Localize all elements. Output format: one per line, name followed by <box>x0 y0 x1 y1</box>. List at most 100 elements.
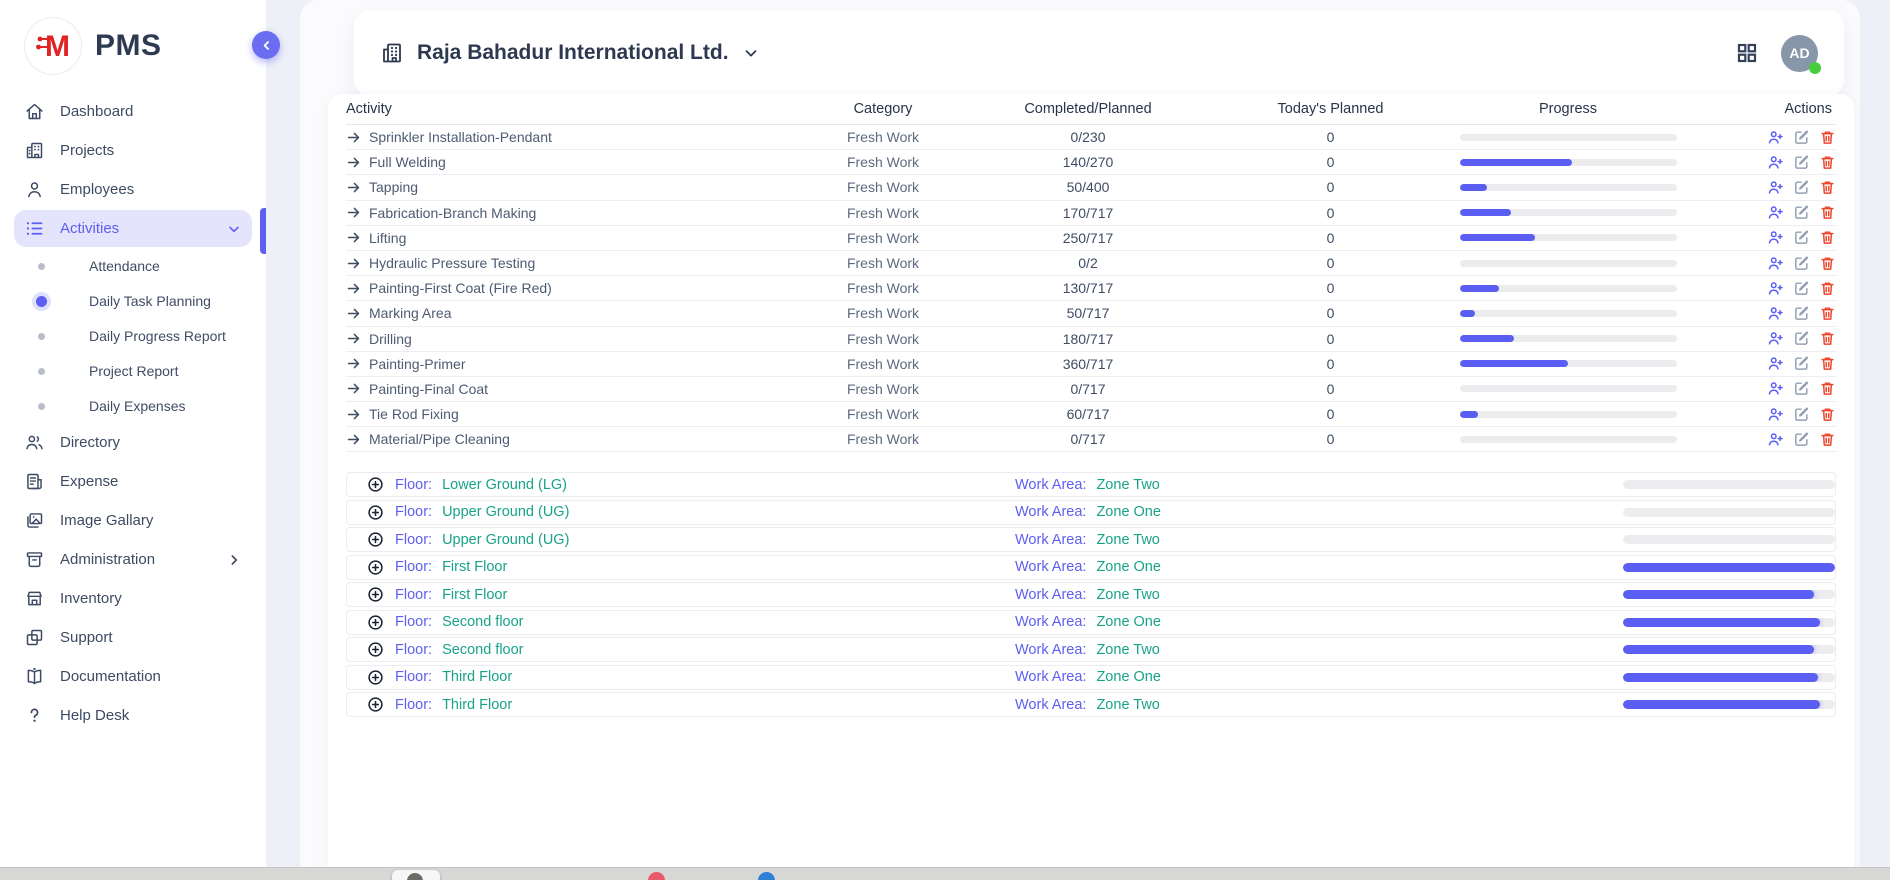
activity-category: Fresh Work <box>798 431 968 447</box>
sidebar-subitem-daily-expenses[interactable]: Daily Expenses <box>14 389 252 423</box>
floor-label: Floor: <box>395 614 432 630</box>
assign-user-icon[interactable] <box>1767 280 1784 297</box>
user-avatar[interactable]: AD <box>1781 35 1818 72</box>
logo-letter: M <box>45 30 70 63</box>
delete-icon[interactable] <box>1819 129 1836 146</box>
taskbar-blue-icon[interactable] <box>758 872 775 880</box>
work-area-value: Zone One <box>1096 559 1161 575</box>
apps-grid-icon[interactable] <box>1735 41 1759 65</box>
sidebar-subitem-attendance[interactable]: Attendance <box>14 249 252 283</box>
delete-icon[interactable] <box>1819 355 1836 372</box>
delete-icon[interactable] <box>1819 330 1836 347</box>
sidebar-item-projects[interactable]: Projects <box>14 132 252 169</box>
floor-row: Floor: Third Floor Work Area: Zone One <box>346 665 1836 690</box>
delete-icon[interactable] <box>1819 431 1836 448</box>
edit-icon[interactable] <box>1793 406 1810 423</box>
plus-circle-icon[interactable] <box>367 559 384 576</box>
assign-user-icon[interactable] <box>1767 431 1784 448</box>
sidebar-subitem-daily-progress-report[interactable]: Daily Progress Report <box>14 319 252 353</box>
progress-bar <box>1460 234 1677 241</box>
edit-icon[interactable] <box>1793 179 1810 196</box>
table-row: Fabrication-Branch Making Fresh Work 170… <box>346 201 1836 226</box>
plus-circle-icon[interactable] <box>367 476 384 493</box>
edit-icon[interactable] <box>1793 154 1810 171</box>
plus-circle-icon[interactable] <box>367 614 384 631</box>
sidebar-item-label: Documentation <box>60 668 161 685</box>
assign-user-icon[interactable] <box>1767 179 1784 196</box>
edit-icon[interactable] <box>1793 380 1810 397</box>
arrow-right-icon <box>346 331 361 346</box>
sidebar-item-expense[interactable]: Expense <box>14 463 252 500</box>
sidebar-subitem-project-report[interactable]: Project Report <box>14 354 252 388</box>
assign-user-icon[interactable] <box>1767 129 1784 146</box>
plus-circle-icon[interactable] <box>367 641 384 658</box>
edit-icon[interactable] <box>1793 431 1810 448</box>
edit-icon[interactable] <box>1793 255 1810 272</box>
sidebar-collapse-button[interactable] <box>252 31 280 59</box>
arrow-right-icon <box>346 230 361 245</box>
delete-icon[interactable] <box>1819 305 1836 322</box>
edit-icon[interactable] <box>1793 280 1810 297</box>
edit-icon[interactable] <box>1793 129 1810 146</box>
edit-icon[interactable] <box>1793 330 1810 347</box>
delete-icon[interactable] <box>1819 204 1836 221</box>
sidebar-item-label: Projects <box>60 142 114 159</box>
edit-icon[interactable] <box>1793 355 1810 372</box>
work-area-label: Work Area: <box>1015 559 1086 575</box>
plus-circle-icon[interactable] <box>367 696 384 713</box>
chevron-down-icon <box>742 44 760 62</box>
delete-icon[interactable] <box>1819 255 1836 272</box>
plus-circle-icon[interactable] <box>367 531 384 548</box>
edit-icon[interactable] <box>1793 305 1810 322</box>
sidebar-subitem-daily-task-planning[interactable]: Daily Task Planning <box>14 284 252 318</box>
plus-circle-icon[interactable] <box>367 504 384 521</box>
delete-icon[interactable] <box>1819 179 1836 196</box>
plus-circle-icon[interactable] <box>367 586 384 603</box>
edit-icon[interactable] <box>1793 204 1810 221</box>
floor-row: Floor: First Floor Work Area: Zone One <box>346 555 1836 580</box>
assign-user-icon[interactable] <box>1767 204 1784 221</box>
table-row: Material/Pipe Cleaning Fresh Work 0/717 … <box>346 427 1836 452</box>
delete-icon[interactable] <box>1819 154 1836 171</box>
sidebar-item-directory[interactable]: Directory <box>14 424 252 461</box>
taskbar-red-icon[interactable] <box>648 872 665 880</box>
delete-icon[interactable] <box>1819 229 1836 246</box>
sidebar-item-administration[interactable]: Administration <box>14 541 252 578</box>
online-status-dot <box>1809 62 1821 74</box>
assign-user-icon[interactable] <box>1767 330 1784 347</box>
sidebar-item-support[interactable]: Support <box>14 619 252 656</box>
work-area-value: Zone Two <box>1096 642 1159 658</box>
plus-circle-icon[interactable] <box>367 669 384 686</box>
bullet-dot-icon <box>38 368 45 375</box>
assign-user-icon[interactable] <box>1767 406 1784 423</box>
assign-user-icon[interactable] <box>1767 229 1784 246</box>
sidebar-item-documentation[interactable]: Documentation <box>14 658 252 695</box>
delete-icon[interactable] <box>1819 280 1836 297</box>
edit-icon[interactable] <box>1793 229 1810 246</box>
sidebar-item-dashboard[interactable]: Dashboard <box>14 93 252 130</box>
work-area-value: Zone Two <box>1096 532 1159 548</box>
sidebar-item-employees[interactable]: Employees <box>14 171 252 208</box>
arrow-right-icon <box>346 306 361 321</box>
company-selector[interactable]: Raja Bahadur International Ltd. <box>380 41 760 65</box>
sidebar-item-help-desk[interactable]: Help Desk <box>14 697 252 734</box>
floor-label: Floor: <box>395 587 432 603</box>
sidebar-subitem-label: Attendance <box>89 258 160 274</box>
delete-icon[interactable] <box>1819 406 1836 423</box>
col-header-progress: Progress <box>1453 101 1683 117</box>
todays-planned-value: 0 <box>1208 205 1453 221</box>
activity-category: Fresh Work <box>798 406 968 422</box>
sidebar-item-activities[interactable]: Activities <box>14 210 252 247</box>
assign-user-icon[interactable] <box>1767 154 1784 171</box>
assign-user-icon[interactable] <box>1767 380 1784 397</box>
assign-user-icon[interactable] <box>1767 355 1784 372</box>
sidebar-item-inventory[interactable]: Inventory <box>14 580 252 617</box>
table-row: Painting-Primer Fresh Work 360/717 0 <box>346 352 1836 377</box>
delete-icon[interactable] <box>1819 380 1836 397</box>
assign-user-icon[interactable] <box>1767 305 1784 322</box>
activity-name: Hydraulic Pressure Testing <box>369 255 535 271</box>
assign-user-icon[interactable] <box>1767 255 1784 272</box>
sidebar-item-image-gallary[interactable]: Image Gallary <box>14 502 252 539</box>
work-area-label: Work Area: <box>1015 642 1086 658</box>
taskbar-app-icon[interactable] <box>392 870 440 880</box>
